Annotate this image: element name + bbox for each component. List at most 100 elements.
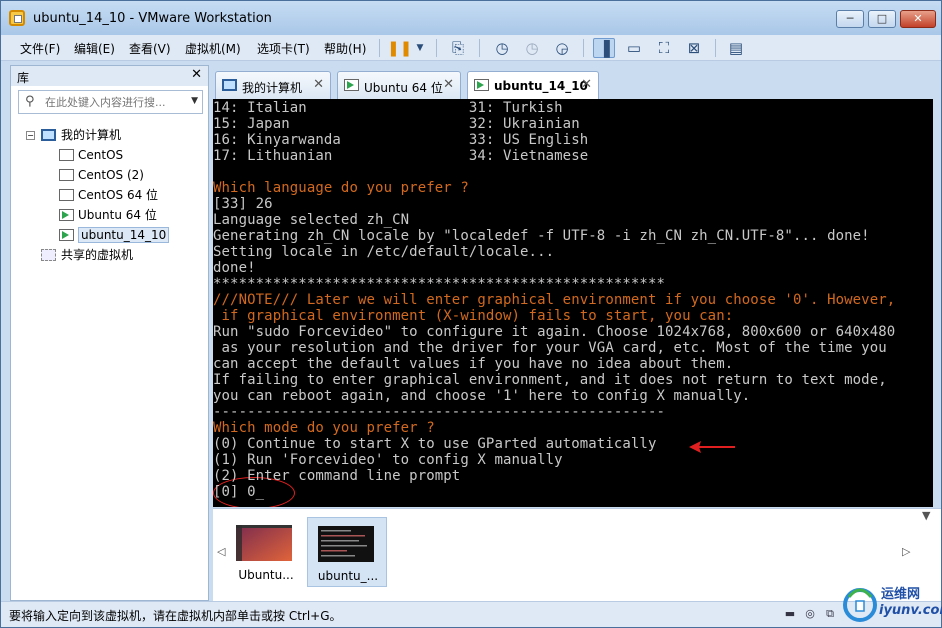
menu-vm[interactable]: 虚拟机(M) [185, 40, 241, 57]
menu-file[interactable]: 文件(F) [20, 40, 60, 57]
send-keys-icon[interactable]: ⎘ [447, 38, 469, 58]
tree-label: CentOS [78, 148, 124, 162]
tab-label: 我的计算机 [242, 81, 303, 95]
close-icon[interactable]: ✕ [443, 77, 454, 92]
watermark-logo: 运维网 iyunv.com [839, 581, 942, 627]
thumbnail-ubuntu-64[interactable]: Ubuntu... [226, 517, 306, 587]
cd-rom-icon[interactable]: ◎ [803, 607, 817, 621]
vm-running-icon [344, 79, 359, 91]
watermark-text: 运维网 [881, 587, 921, 602]
maximize-button[interactable]: □ [868, 10, 896, 28]
vm-running-icon [474, 79, 489, 91]
library-view-icon[interactable]: ▐ [593, 38, 615, 58]
console-line: Run "sudo Forcevideo" to configure it ag… [213, 324, 896, 340]
window-title: ubuntu_14_10 - VMware Workstation [33, 11, 272, 26]
chevron-left-icon[interactable]: ◁ [217, 545, 225, 558]
tree-vm-centos-2[interactable]: CentOS (2) [59, 166, 144, 184]
tab-ubuntu-14-10[interactable]: ubuntu_14_10 ✕ [467, 71, 599, 99]
tree-vm-ubuntu-14-10[interactable]: ubuntu_14_10 [59, 226, 170, 244]
minimize-button[interactable]: ─ [836, 10, 864, 28]
vmware-window: ubuntu_14_10 - VMware Workstation ─ □ ✕ … [0, 0, 942, 628]
status-text: 要将输入定向到该虚拟机，请在虚拟机内部单击或按 Ctrl+G。 [9, 609, 342, 623]
toolbar-separator [715, 39, 716, 57]
console-line: ----------------------------------------… [213, 404, 666, 420]
tree-vm-centos[interactable]: CentOS [59, 146, 123, 164]
computer-icon [222, 79, 237, 91]
console-line: Which mode do you prefer ? [213, 420, 435, 436]
tab-my-computer[interactable]: 我的计算机 ✕ [215, 71, 331, 99]
console-line: (2) Enter command line prompt [213, 468, 461, 484]
tree-shared-vms[interactable]: 共享的虚拟机 [41, 246, 133, 264]
console-view-icon[interactable]: ▤ [725, 38, 747, 58]
console-line: Language selected zh_CN [213, 212, 410, 228]
menu-help[interactable]: 帮助(H) [324, 40, 366, 57]
library-title: 库 [17, 71, 30, 85]
chevron-down-icon[interactable]: ▼ [922, 509, 930, 522]
vm-running-icon [59, 209, 74, 221]
thumbnail-view-icon[interactable]: ▭ [623, 38, 645, 58]
title-bar: ubuntu_14_10 - VMware Workstation ─ □ ✕ [1, 1, 941, 35]
console-line: (0) Continue to start X to use GParted a… [213, 436, 657, 452]
console-line: Setting locale in /etc/default/locale... [213, 244, 555, 260]
console-line: Which language do you prefer ? [213, 180, 469, 196]
library-search[interactable]: ⚲ ▼ [18, 90, 203, 114]
ubuntu-desktop-thumbnail [236, 525, 292, 561]
tree-my-computer[interactable]: 我的计算机 [41, 126, 121, 144]
tab-ubuntu-64[interactable]: Ubuntu 64 位 ✕ [337, 71, 461, 99]
watermark-logo-icon [843, 588, 877, 622]
snapshot-icon[interactable]: ◷ [491, 38, 513, 58]
console-line: as your resolution and the driver for yo… [213, 340, 887, 356]
tree-label: 共享的虚拟机 [61, 248, 134, 262]
toolbar-separator [436, 39, 437, 57]
console-line: 16: Kinyarwanda 33: US English [213, 132, 589, 148]
menu-edit[interactable]: 编辑(E) [74, 40, 115, 57]
library-panel: 库 ✕ ⚲ ▼ − 我的计算机 CentOS CentOS (2) CentOS… [10, 65, 209, 601]
vm-icon [59, 149, 74, 161]
pause-icon[interactable]: ❚❚ [387, 38, 412, 58]
tree-vm-ubuntu-64[interactable]: Ubuntu 64 位 [59, 206, 157, 224]
thumbnail-label: ubuntu_... [317, 569, 379, 583]
console-line: 15: Japan 32: Ukrainian [213, 116, 580, 132]
console-line: you can reboot again, and choose '1' her… [213, 388, 751, 404]
console-line: if graphical environment (X-window) fail… [213, 308, 734, 324]
search-input[interactable] [45, 94, 185, 110]
console-thumbnail [318, 526, 374, 562]
vm-icon [59, 189, 74, 201]
vm-icon [59, 169, 74, 181]
tab-label: ubuntu_14_10 [494, 79, 588, 93]
annotation-arrow-icon [689, 441, 735, 453]
console-line: [33] 26 [213, 196, 273, 212]
close-button[interactable]: ✕ [900, 10, 936, 28]
fullscreen-icon[interactable]: ⛶ [653, 38, 675, 58]
tree-label: CentOS (2) [78, 168, 144, 182]
menu-tabs[interactable]: 选项卡(T) [257, 40, 310, 57]
menu-view[interactable]: 查看(V) [129, 40, 171, 57]
console-line: done! [213, 260, 256, 276]
tree-label: CentOS 64 位 [78, 188, 159, 202]
snapshot-manager-icon[interactable]: ◶ [551, 38, 573, 58]
console-line: ///NOTE/// Later we will enter graphical… [213, 292, 896, 308]
close-icon[interactable]: ✕ [191, 67, 202, 82]
close-icon[interactable]: ✕ [313, 77, 324, 92]
shared-vm-icon [41, 249, 56, 261]
chevron-down-icon[interactable]: ▼ [191, 96, 198, 106]
toolbar-separator [583, 39, 584, 57]
tree-label: 我的计算机 [61, 128, 122, 142]
vmware-app-icon [9, 10, 25, 26]
console-line: (1) Run 'Forcevideo' to config X manuall… [213, 452, 563, 468]
revert-snapshot-icon[interactable]: ◷ [521, 38, 543, 58]
tree-vm-centos-64[interactable]: CentOS 64 位 [59, 186, 158, 204]
close-icon[interactable]: ✕ [581, 77, 592, 92]
network-icon[interactable]: ⧉ [823, 607, 837, 621]
hard-disk-icon[interactable]: ▬ [783, 607, 797, 621]
unity-icon[interactable]: ⊠ [683, 38, 705, 58]
chevron-down-icon[interactable]: ▼ [409, 38, 431, 58]
chevron-right-icon[interactable]: ▷ [902, 545, 910, 558]
status-bar: 要将输入定向到该虚拟机，请在虚拟机内部单击或按 Ctrl+G。 ▬ ◎ ⧉ [1, 601, 941, 627]
thumbnail-ubuntu-14-10[interactable]: ubuntu_... [307, 517, 387, 587]
collapse-icon[interactable]: − [26, 131, 35, 140]
tab-label: Ubuntu 64 位 [364, 81, 443, 95]
vm-console[interactable]: 14: Italian 31: Turkish 15: Japan 32: Ukr… [213, 99, 933, 507]
tree-label: Ubuntu 64 位 [78, 208, 157, 222]
computer-icon [41, 129, 56, 141]
